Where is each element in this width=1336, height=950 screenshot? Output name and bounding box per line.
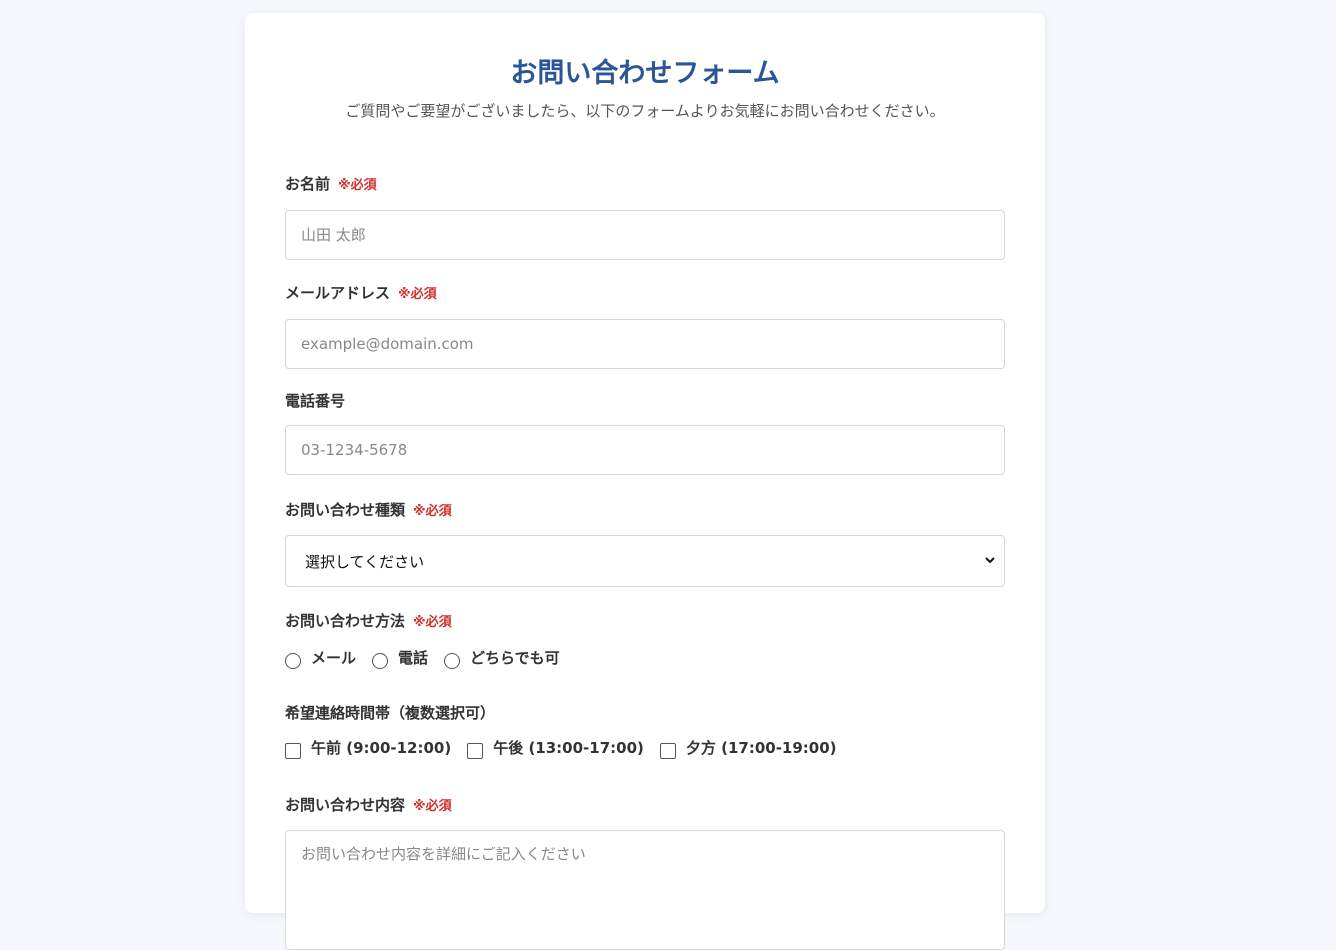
email-label-text: メールアドレス xyxy=(285,284,391,302)
phone-input[interactable] xyxy=(285,425,1005,475)
inquiry-type-group: お問い合わせ種類 ※必須 選択してください xyxy=(285,500,1005,587)
name-label-text: お名前 xyxy=(285,175,331,193)
contact-time-option-afternoon[interactable]: 午後 (13:00-17:00) xyxy=(467,737,644,759)
contact-method-group: お問い合わせ方法 ※必須 メール 電話 どちらでも可 xyxy=(285,611,1005,669)
contact-time-option-morning[interactable]: 午前 (9:00-12:00) xyxy=(285,737,452,759)
form-card: お問い合わせフォーム ご質問やご要望がございましたら、以下のフォームよりお気軽に… xyxy=(245,13,1045,950)
name-label: お名前 ※必須 xyxy=(285,174,1005,196)
message-label-text: お問い合わせ内容 xyxy=(285,796,406,814)
contact-time-label: 希望連絡時間帯（複数選択可） xyxy=(285,704,496,722)
checkbox[interactable] xyxy=(659,742,676,759)
checkbox[interactable] xyxy=(285,742,301,759)
phone-group: 電話番号 xyxy=(285,391,1005,475)
form-title: お問い合わせフォーム xyxy=(510,58,780,89)
contact-time-option-evening[interactable]: 夕方 (17:00-19:00) xyxy=(659,737,837,759)
required-mark: ※必須 xyxy=(338,178,377,193)
option-label: 夕方 (17:00-19:00) xyxy=(685,739,837,757)
option-label: どちらでも可 xyxy=(470,649,560,667)
option-label: 午後 (13:00-17:00) xyxy=(493,739,644,757)
contact-method-label: お問い合わせ方法 ※必須 xyxy=(285,611,1005,633)
inquiry-type-select[interactable]: 選択してください xyxy=(285,535,1005,587)
message-textarea[interactable] xyxy=(285,830,1005,950)
contact-time-options: 午前 (9:00-12:00) 午後 (13:00-17:00) 夕方 (17:… xyxy=(285,737,1005,759)
message-label: お問い合わせ内容 ※必須 xyxy=(285,795,1005,817)
checkbox[interactable] xyxy=(467,742,484,759)
contact-method-label-text: お問い合わせ方法 xyxy=(285,612,406,630)
required-mark: ※必須 xyxy=(413,615,452,630)
radio-button[interactable] xyxy=(285,652,301,669)
option-label: 午前 (9:00-12:00) xyxy=(311,739,452,757)
option-label: 電話 xyxy=(398,649,429,667)
email-input[interactable] xyxy=(285,319,1005,369)
phone-label: 電話番号 xyxy=(285,392,346,410)
contact-method-option-either[interactable]: どちらでも可 xyxy=(444,647,560,669)
email-label: メールアドレス ※必須 xyxy=(285,283,1005,305)
inquiry-type-label-text: お問い合わせ種類 xyxy=(285,501,406,519)
inquiry-type-selected: 選択してください xyxy=(305,552,425,571)
contact-method-option-phone[interactable]: 電話 xyxy=(372,647,429,669)
contact-method-option-email[interactable]: メール xyxy=(285,647,357,669)
option-label: メール xyxy=(311,649,357,667)
contact-method-options: メール 電話 どちらでも可 xyxy=(285,647,1005,669)
form-subtitle: ご質問やご要望がございましたら、以下のフォームよりお気軽にお問い合わせください。 xyxy=(345,102,945,120)
inquiry-type-label: お問い合わせ種類 ※必須 xyxy=(285,500,1005,522)
radio-button[interactable] xyxy=(444,652,461,669)
chevron-down-icon xyxy=(985,557,995,564)
message-group: お問い合わせ内容 ※必須 xyxy=(285,795,1005,950)
required-mark: ※必須 xyxy=(398,287,437,302)
required-mark: ※必須 xyxy=(413,799,452,814)
email-group: メールアドレス ※必須 xyxy=(285,283,1005,369)
required-mark: ※必須 xyxy=(413,504,452,519)
name-group: お名前 ※必須 xyxy=(285,174,1005,260)
radio-button[interactable] xyxy=(372,652,389,669)
name-input[interactable] xyxy=(285,210,1005,260)
contact-time-group: 希望連絡時間帯（複数選択可） 午前 (9:00-12:00) 午後 (13:00… xyxy=(285,703,1005,759)
